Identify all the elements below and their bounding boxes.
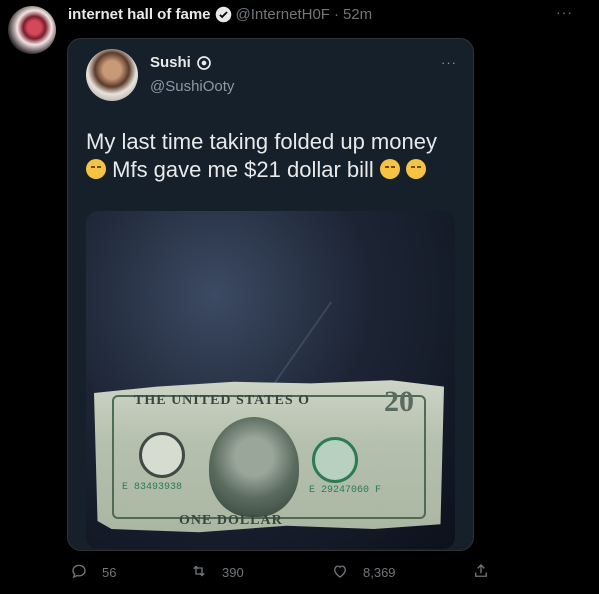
avatar[interactable] <box>8 6 56 54</box>
quoted-text-line2: Mfs gave me $21 dollar bill <box>112 157 374 182</box>
woozy-face-icon <box>379 159 400 179</box>
tweet-header: internet hall of fame @InternetH0F · 52m <box>68 4 372 24</box>
verified-icon <box>215 6 232 23</box>
federal-reserve-seal <box>139 432 185 478</box>
like-button[interactable]: 8,369 <box>331 562 396 583</box>
bill-portrait <box>209 417 299 517</box>
quoted-text-line2-row: Mfs gave me $21 dollar bill <box>86 156 466 184</box>
quoted-more-icon[interactable]: ··· <box>441 55 457 70</box>
reply-button[interactable]: 56 <box>70 562 116 583</box>
quoted-avatar[interactable] <box>86 49 138 101</box>
dollar-bill-image: THE UNITED STATES O 20 E 83493938 E 2924… <box>94 380 444 533</box>
retweet-button[interactable]: 390 <box>190 562 244 583</box>
quoted-tweet-card[interactable]: Sushi @SushiOoty ··· My last time taking… <box>67 38 474 551</box>
more-options-icon[interactable]: ··· <box>556 4 573 20</box>
quoted-tweet-text: My last time taking folded up money Mfs … <box>86 128 466 184</box>
quoted-text-line1: My last time taking folded up money <box>86 129 437 154</box>
quoted-author-name-row: Sushi <box>150 54 212 71</box>
reply-icon <box>70 562 88 583</box>
unamused-face-icon <box>86 159 106 179</box>
reply-count: 56 <box>102 565 117 580</box>
timestamp[interactable]: 52m <box>343 6 372 23</box>
share-icon <box>472 562 490 583</box>
retweet-count: 390 <box>222 565 244 580</box>
bill-corner-number: 20 <box>384 385 414 418</box>
like-count: 8,369 <box>363 565 396 580</box>
serial-right: E 29247060 F <box>309 485 382 496</box>
retweet-icon <box>190 562 208 583</box>
heart-icon <box>331 562 349 583</box>
quoted-author-handle[interactable]: @SushiOoty <box>150 78 234 95</box>
badge-icon <box>196 55 212 71</box>
separator: · <box>333 5 339 23</box>
raised-eyebrow-face-icon <box>406 159 427 179</box>
tweet-actions: 56 390 8,369 <box>70 562 500 584</box>
treasury-seal <box>312 437 358 483</box>
quoted-author-name[interactable]: Sushi <box>150 54 191 71</box>
tweet-photo[interactable]: THE UNITED STATES O 20 E 83493938 E 2924… <box>86 211 455 549</box>
bill-top-text: THE UNITED STATES O <box>134 393 311 408</box>
author-handle[interactable]: @InternetH0F <box>236 6 330 23</box>
serial-left: E 83493938 <box>122 482 183 493</box>
share-button[interactable] <box>472 562 490 583</box>
bill-bottom-text: ONE DOLLAR <box>179 513 283 528</box>
author-name[interactable]: internet hall of fame <box>68 6 211 23</box>
